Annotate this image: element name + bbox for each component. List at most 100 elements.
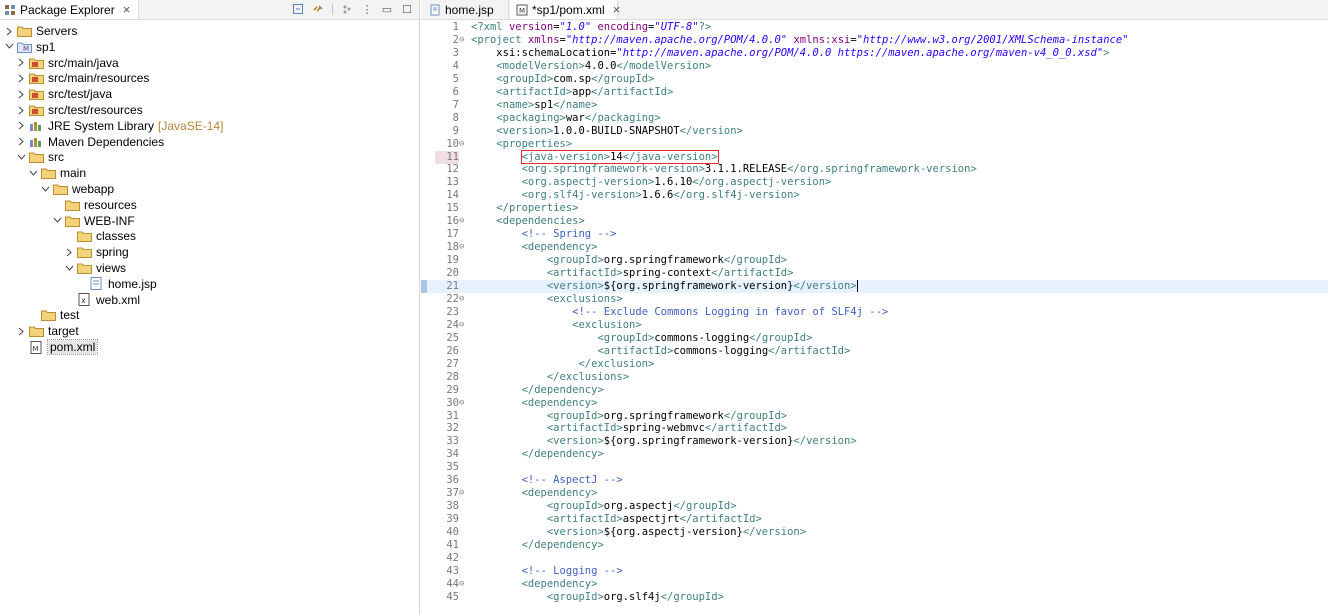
tree-item-resources[interactable]: resources bbox=[52, 197, 137, 213]
fold-toggle-icon[interactable]: ⊖ bbox=[459, 34, 469, 47]
code-line[interactable]: 35 bbox=[421, 461, 1328, 474]
fold-toggle-icon[interactable]: ⊖ bbox=[459, 241, 469, 254]
code-line[interactable]: 10 ⊖ <properties> bbox=[421, 138, 1328, 151]
xml-source-editor[interactable]: 1 <?xml version="1.0" encoding="UTF-8"?> 2… bbox=[421, 19, 1328, 614]
code-line[interactable]: 45 <groupId>org.slf4j</groupId> bbox=[421, 591, 1328, 604]
code-line[interactable]: 36 <!-- AspectJ --> bbox=[421, 474, 1328, 487]
tab-pom-xml[interactable]: M *sp1/pom.xml × bbox=[510, 0, 621, 19]
tree-item-servers[interactable]: Servers bbox=[4, 23, 77, 39]
code-line[interactable]: 37 ⊖ <dependency> bbox=[421, 487, 1328, 500]
tree-item-src-main-resources[interactable]: src/main/resources bbox=[16, 70, 149, 86]
code-line[interactable]: 9 <version>1.0.0-BUILD-SNAPSHOT</version… bbox=[421, 125, 1328, 138]
tree-item-src-test-java[interactable]: src/test/java bbox=[16, 86, 112, 102]
tree-item-web-xml[interactable]: x web.xml bbox=[64, 292, 140, 308]
tree-item-views[interactable]: views bbox=[64, 260, 126, 276]
code-line[interactable]: 8 <packaging>war</packaging> bbox=[421, 112, 1328, 125]
code-line[interactable]: 40 <version>${org.aspectj-version}</vers… bbox=[421, 526, 1328, 539]
fold-toggle-icon[interactable]: ⊖ bbox=[459, 138, 469, 151]
focus-icon[interactable] bbox=[339, 1, 355, 17]
fold-toggle-icon[interactable]: ⊖ bbox=[459, 215, 469, 228]
code-line[interactable]: 20 <artifactId>spring-context</artifactI… bbox=[421, 267, 1328, 280]
chevron-right-icon[interactable] bbox=[16, 137, 26, 146]
code-line[interactable]: 24 ⊖ <exclusion> bbox=[421, 319, 1328, 332]
code-line[interactable]: 42 bbox=[421, 552, 1328, 565]
code-line[interactable]: 17 <!-- Spring --> bbox=[421, 228, 1328, 241]
close-icon[interactable]: × bbox=[613, 3, 621, 16]
tree-item-src-test-resources[interactable]: src/test/resources bbox=[16, 102, 143, 118]
code-line[interactable]: 38 <groupId>org.aspectj</groupId> bbox=[421, 500, 1328, 513]
code-line[interactable]: 39 <artifactId>aspectjrt</artifactId> bbox=[421, 513, 1328, 526]
chevron-right-icon[interactable] bbox=[64, 248, 74, 257]
code-line[interactable]: 22 ⊖ <exclusions> bbox=[421, 293, 1328, 306]
tree-item-maven-dependencies[interactable]: Maven Dependencies bbox=[16, 134, 164, 150]
code-line[interactable]: 19 <groupId>org.springframework</groupId… bbox=[421, 254, 1328, 267]
code-line[interactable]: 1 <?xml version="1.0" encoding="UTF-8"?> bbox=[421, 21, 1328, 34]
tab-package-explorer[interactable]: Package Explorer × bbox=[0, 0, 140, 19]
code-line[interactable]: 29 </dependency> bbox=[421, 384, 1328, 397]
chevron-down-icon[interactable] bbox=[40, 186, 50, 193]
tree-item-home-jsp[interactable]: home.jsp bbox=[76, 276, 157, 292]
fold-toggle-icon[interactable]: ⊖ bbox=[459, 397, 469, 410]
code-line[interactable]: 15 </properties> bbox=[421, 202, 1328, 215]
code-line[interactable]: 41 </dependency> bbox=[421, 539, 1328, 552]
code-line[interactable]: 25 <groupId>commons-logging</groupId> bbox=[421, 332, 1328, 345]
code-line[interactable]: 2 ⊖ <project xmlns="http://maven.apache.or… bbox=[421, 34, 1328, 47]
code-line[interactable]: 12 <org.springframework-version>3.1.1.RE… bbox=[421, 163, 1328, 176]
code-line[interactable]: 31 <groupId>org.springframework</groupId… bbox=[421, 410, 1328, 423]
chevron-right-icon[interactable] bbox=[16, 106, 26, 115]
chevron-right-icon[interactable] bbox=[16, 90, 26, 99]
chevron-right-icon[interactable] bbox=[16, 58, 26, 67]
fold-toggle-icon[interactable]: ⊖ bbox=[459, 578, 469, 591]
code-line[interactable]: 30 ⊖ <dependency> bbox=[421, 397, 1328, 410]
chevron-down-icon[interactable] bbox=[28, 170, 38, 177]
code-line[interactable]: 14 <org.slf4j-version>1.6.6</org.slf4j-v… bbox=[421, 189, 1328, 202]
code-line[interactable]: 26 <artifactId>commons-logging</artifact… bbox=[421, 345, 1328, 358]
minimize-icon[interactable]: ▭ bbox=[379, 1, 395, 17]
code-line[interactable]: 44 ⊖ <dependency> bbox=[421, 578, 1328, 591]
code-line[interactable]: 5 <groupId>com.sp</groupId> bbox=[421, 73, 1328, 86]
chevron-down-icon[interactable] bbox=[52, 217, 62, 224]
tree-item-jre-system-library[interactable]: JRE System Library [JavaSE-14] bbox=[16, 118, 223, 134]
chevron-down-icon[interactable] bbox=[16, 154, 26, 161]
chevron-right-icon[interactable] bbox=[4, 27, 14, 36]
code-line[interactable]: 33 <version>${org.springframework-versio… bbox=[421, 435, 1328, 448]
maximize-icon[interactable]: ☐ bbox=[399, 1, 415, 17]
code-line[interactable]: 34 </dependency> bbox=[421, 448, 1328, 461]
close-icon[interactable]: × bbox=[123, 3, 131, 16]
fold-toggle-icon[interactable]: ⊖ bbox=[459, 319, 469, 332]
link-with-editor-icon[interactable] bbox=[310, 1, 326, 17]
code-line[interactable]: 21 <version>${org.springframework-versio… bbox=[421, 280, 1328, 293]
view-menu-icon[interactable]: ⋮ bbox=[359, 1, 375, 17]
tree-item-target[interactable]: target bbox=[16, 323, 79, 339]
code-line[interactable]: 7 <name>sp1</name> bbox=[421, 99, 1328, 112]
tree-item-web-inf[interactable]: WEB-INF bbox=[52, 213, 135, 229]
chevron-right-icon[interactable] bbox=[16, 121, 26, 130]
code-line[interactable]: 13 <org.aspectj-version>1.6.10</org.aspe… bbox=[421, 176, 1328, 189]
tree-item-src[interactable]: src bbox=[16, 149, 64, 165]
chevron-right-icon[interactable] bbox=[16, 327, 26, 336]
code-line[interactable]: 11 <java-version>14</java-version> bbox=[421, 149, 1328, 164]
chevron-down-icon[interactable] bbox=[64, 265, 74, 272]
tree-item-src-main-java[interactable]: src/main/java bbox=[16, 55, 119, 71]
tree-item-spring[interactable]: spring bbox=[64, 244, 129, 260]
code-line[interactable]: 23 <!-- Exclude Commons Logging in favor… bbox=[421, 306, 1328, 319]
code-line[interactable]: 43 <!-- Logging --> bbox=[421, 565, 1328, 578]
fold-toggle-icon[interactable]: ⊖ bbox=[459, 487, 469, 500]
code-line[interactable]: 32 <artifactId>spring-webmvc</artifactId… bbox=[421, 422, 1328, 435]
code-line[interactable]: 18 ⊖ <dependency> bbox=[421, 241, 1328, 254]
tree-item-classes[interactable]: classes bbox=[64, 228, 136, 244]
code-line[interactable]: 27 </exclusion> bbox=[421, 358, 1328, 371]
code-line[interactable]: 4 <modelVersion>4.0.0</modelVersion> bbox=[421, 60, 1328, 73]
tree-item-webapp[interactable]: webapp bbox=[40, 181, 114, 197]
chevron-down-icon[interactable] bbox=[4, 43, 14, 50]
tree-item-pom-xml[interactable]: Mpom.xml bbox=[16, 339, 99, 355]
code-line[interactable]: 16 ⊖ <dependencies> bbox=[421, 215, 1328, 228]
chevron-right-icon[interactable] bbox=[16, 74, 26, 83]
code-line[interactable]: 28 </exclusions> bbox=[421, 371, 1328, 384]
tree-item-sp1[interactable]: Msp1 bbox=[4, 39, 55, 55]
code-line[interactable]: 6 <artifactId>app</artifactId> bbox=[421, 86, 1328, 99]
tree-item-main[interactable]: main bbox=[28, 165, 86, 181]
fold-toggle-icon[interactable]: ⊖ bbox=[459, 293, 469, 306]
code-line[interactable]: 3 xsi:schemaLocation="http://maven.apach… bbox=[421, 47, 1328, 60]
tree-item-test[interactable]: test bbox=[28, 307, 79, 323]
